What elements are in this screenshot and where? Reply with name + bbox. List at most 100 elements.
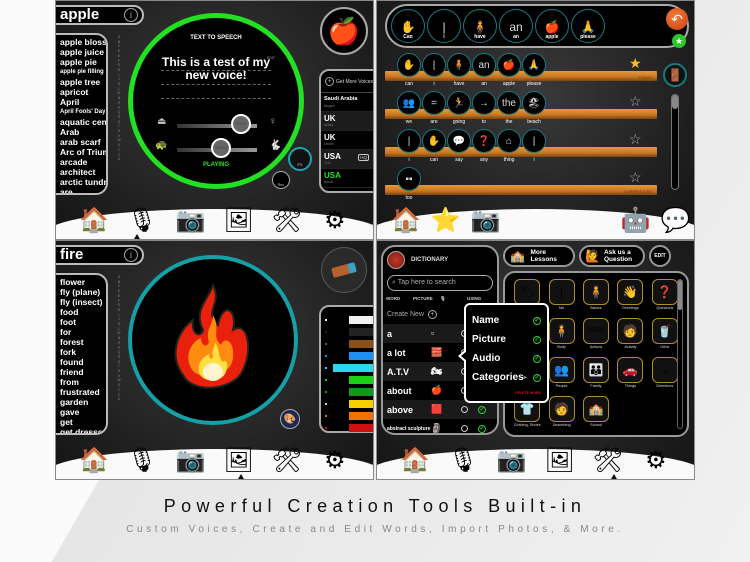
camera-pencils-icon[interactable]: 📷 — [471, 205, 501, 237]
category-tile[interactable]: 🧍 Body — [545, 318, 577, 357]
back-icon[interactable]: ↶ — [666, 8, 688, 30]
color-pencil[interactable] — [321, 351, 373, 361]
word-list-item[interactable]: arab scarf — [60, 137, 106, 147]
color-pencil[interactable] — [321, 327, 373, 337]
color-pencil[interactable] — [321, 387, 373, 397]
word-picture[interactable]: 🍎 — [320, 7, 368, 55]
shelf-word-symbol[interactable]: | — [422, 53, 446, 77]
more-lessons-button[interactable]: 🏫 More Lessons — [503, 245, 575, 267]
word-list-item[interactable]: food — [60, 307, 106, 317]
exit-door-icon[interactable]: 🚪 — [663, 63, 687, 87]
word-list-item[interactable]: friend — [60, 367, 106, 377]
gear-icon[interactable]: ⚙ — [640, 445, 672, 477]
eraser-button[interactable] — [321, 247, 367, 293]
word-list-item[interactable]: garden — [60, 397, 106, 407]
favorite-star-icon[interactable]: ☆ — [629, 131, 642, 148]
shelf-word-symbol[interactable]: 💬 — [447, 129, 471, 153]
alphabet-letter[interactable]: # — [116, 157, 122, 162]
category-tile[interactable]: 🧑 Describing — [545, 396, 577, 435]
word-list-item[interactable]: fly (insect) — [60, 297, 106, 307]
sentence-word[interactable]: | i — [427, 9, 461, 43]
shelf[interactable] — [385, 185, 657, 195]
tools-icon[interactable]: 🛠 — [271, 445, 303, 477]
word-list-item[interactable]: foot — [60, 317, 106, 327]
word-list-item[interactable]: get dressed — [60, 427, 106, 433]
word-list[interactable]: apple blossomapple juiceapple pieapple p… — [56, 33, 108, 195]
popup-item-picture[interactable]: Picture ✓ — [472, 330, 541, 349]
delete-word-button[interactable]: DELETE WORD — [515, 391, 541, 395]
favorite-star-icon[interactable]: ★ — [629, 55, 642, 72]
drawing-icon[interactable]: 🖼 — [544, 445, 576, 477]
microphone-icon[interactable]: 🎙 — [447, 445, 479, 477]
shelf-word-symbol[interactable]: | — [522, 129, 546, 153]
dictionary-search-input[interactable]: ⌕ Tap here to search — [387, 275, 493, 291]
word-list-item[interactable]: April Fools' Day — [60, 107, 106, 117]
sentence-word[interactable]: ✋ Can — [391, 9, 425, 43]
play-audio-icon[interactable] — [461, 406, 468, 413]
tts-text[interactable]: This is a test of my new voice! — [161, 56, 271, 82]
word-list-item[interactable]: fly (plane) — [60, 287, 106, 297]
gear-icon[interactable]: ⚙ — [319, 445, 351, 477]
word-search-field[interactable]: fire i — [56, 245, 144, 265]
category-tile[interactable]: 👪 Family — [580, 357, 612, 396]
house-icon[interactable]: 🏠 — [78, 445, 110, 477]
voice-item[interactable]: Saudi Arabia Maged — [321, 93, 373, 112]
word-list-item[interactable]: fork — [60, 347, 106, 357]
word-list-item[interactable]: Arc of Triumph — [60, 147, 106, 157]
shelf-word-symbol[interactable]: | — [397, 129, 421, 153]
scrollbar[interactable] — [671, 94, 679, 190]
shelf-word-symbol[interactable]: → — [472, 91, 496, 115]
color-pencil[interactable] — [321, 375, 373, 385]
scrollbar-thumb[interactable] — [672, 95, 678, 109]
speed-slider-thumb[interactable]: SPEED — [211, 138, 231, 158]
word-list[interactable]: flower fly (plane) fly (insect) food foot for… — [56, 273, 108, 435]
sentence-word[interactable]: 🍎 apple — [535, 9, 569, 43]
camera-photos-icon[interactable]: 📷 — [174, 205, 206, 237]
word-list-item[interactable]: found — [60, 357, 106, 367]
category-tile[interactable]: 🧑 Activity — [614, 318, 646, 357]
color-pencil[interactable] — [321, 363, 373, 373]
shelf-word-symbol[interactable]: an — [472, 53, 496, 77]
category-tile[interactable]: 🚗 Things — [614, 357, 646, 396]
category-tile[interactable]: 👥 People — [545, 357, 577, 396]
shelf-word-symbol[interactable]: ✋ — [422, 129, 446, 153]
pitch-slider-thumb[interactable]: PITCH — [231, 114, 251, 134]
word-list-item[interactable]: apple tree — [60, 77, 106, 87]
color-pencil[interactable] — [321, 339, 373, 349]
get-more-voices-button[interactable]: + Get More Voices — [321, 71, 373, 93]
color-pencil[interactable] — [321, 423, 373, 433]
popup-item-categories[interactable]: Categories ▸ ✓ — [472, 368, 541, 387]
shelf-word-symbol[interactable]: 🙏 — [522, 53, 546, 77]
word-list-item[interactable]: flower — [60, 277, 106, 287]
house-icon[interactable]: 🏠 — [399, 445, 431, 477]
gear-icon[interactable]: ⚙ — [319, 205, 351, 237]
word-list-item[interactable]: forest — [60, 337, 106, 347]
scrollbar-thumb[interactable] — [678, 280, 682, 310]
house-icon[interactable]: 🏠 — [391, 205, 421, 237]
category-scrollbar[interactable] — [677, 279, 683, 429]
alphabet-index[interactable]: A B C D E F G H I J K L M N O P Q R S T U V W X Y Z # — [116, 35, 122, 162]
category-tile[interactable]: 🏫 School — [580, 396, 612, 435]
dictionary-row[interactable]: abstract sculpture 🗿 ✓ — [383, 419, 497, 433]
using-check-icon[interactable]: ✓ — [478, 424, 486, 433]
ask-question-button[interactable]: 🙋 Ask us a Question — [579, 245, 645, 267]
add-favorite-icon[interactable]: ★ — [672, 34, 686, 48]
word-list-item[interactable]: apple pie — [60, 57, 106, 67]
color-pencil[interactable] — [321, 411, 373, 421]
shelf-word-symbol[interactable]: 👥 — [397, 91, 421, 115]
voice-item[interactable]: USA Tom HQ — [321, 150, 373, 169]
sentence-bar[interactable]: ↶ ★ ✋ Can | i 🧍 have an an 🍎 apple 🙏 please — [385, 4, 689, 48]
shelf-word-symbol[interactable]: 🏃 — [447, 91, 471, 115]
favorite-star-icon[interactable]: ☆ — [629, 93, 642, 110]
drawing-canvas[interactable] — [128, 255, 298, 425]
info-icon[interactable]: i — [124, 248, 138, 262]
shelf-word-symbol[interactable]: ✋ — [397, 53, 421, 77]
category-tile[interactable]: | Me — [545, 279, 577, 318]
category-tile[interactable]: OPEN Actions — [580, 318, 612, 357]
tools-icon[interactable]: 🛠 — [271, 205, 303, 237]
shelf-word-symbol[interactable]: ▪▪ — [397, 167, 421, 191]
word-list-item[interactable]: frustrated — [60, 387, 106, 397]
drawing-icon[interactable]: 🖼 — [223, 205, 255, 237]
alphabet-index[interactable]: A B C D E F G H I J K L M N O P Q R S T U V W X Y Z # — [116, 275, 122, 402]
shelf-word-symbol[interactable]: ❓ — [472, 129, 496, 153]
